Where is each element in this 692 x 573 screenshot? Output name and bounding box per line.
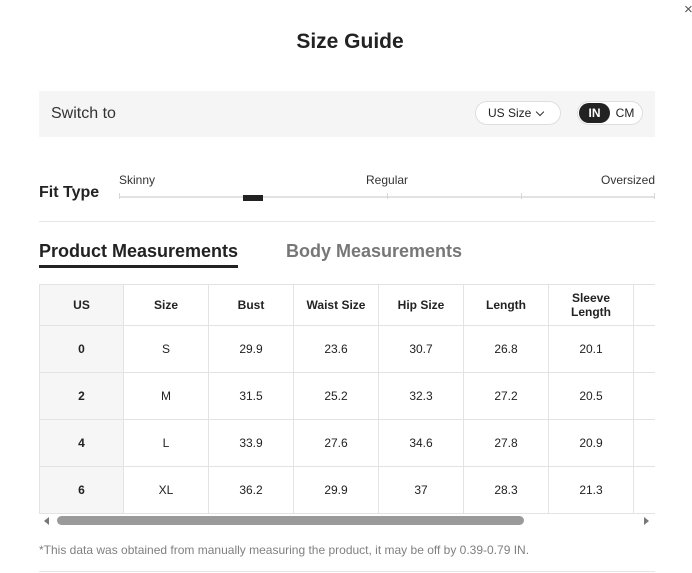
cell-bust: 36.2 — [208, 466, 294, 514]
cell-length: 28.3 — [463, 466, 549, 514]
cell-sleeve-length: 20.9 — [548, 419, 634, 467]
cell-us: 0 — [39, 325, 124, 373]
tab-product-measurements[interactable]: Product Measurements — [39, 241, 238, 262]
cell-size: M — [123, 372, 209, 420]
chevron-down-icon — [536, 107, 545, 116]
active-tab-indicator — [39, 265, 238, 268]
cell-length: 26.8 — [463, 325, 549, 373]
column-header-sleeve-length: Sleeve Length — [548, 284, 634, 326]
cell-waist: 25.2 — [293, 372, 379, 420]
tab-body-measurements[interactable]: Body Measurements — [286, 241, 462, 262]
cell-size: XL — [123, 466, 209, 514]
scroll-left-arrow-icon[interactable] — [44, 517, 49, 525]
measurements-table: US Size Bust Waist Size Hip Size Length … — [39, 284, 655, 514]
cell-hip: 34.6 — [378, 419, 464, 467]
cell-bust: 33.9 — [208, 419, 294, 467]
fit-scale-marker — [243, 195, 263, 201]
cell-hip: 32.3 — [378, 372, 464, 420]
table-row: 4 L 33.9 27.6 34.6 27.8 20.9 — [39, 419, 655, 467]
scroll-right-arrow-icon[interactable] — [644, 517, 649, 525]
cell-sleeve-length: 20.5 — [548, 372, 634, 420]
cell-hidden — [633, 325, 655, 373]
size-system-value: US Size — [488, 106, 532, 120]
cell-hidden — [633, 419, 655, 467]
cell-size: L — [123, 419, 209, 467]
cell-hidden — [633, 466, 655, 514]
fit-scale-tick — [119, 193, 120, 199]
divider — [39, 221, 655, 222]
cell-hidden — [633, 372, 655, 420]
switch-label: Switch to — [51, 105, 116, 122]
measurement-footnote: *This data was obtained from manually me… — [39, 543, 530, 557]
cell-us: 6 — [39, 466, 124, 514]
measurements-table-container[interactable]: US Size Bust Waist Size Hip Size Length … — [39, 284, 655, 514]
cell-length: 27.2 — [463, 372, 549, 420]
cell-us: 2 — [39, 372, 124, 420]
column-header-hip: Hip Size — [378, 284, 464, 326]
close-icon[interactable]: × — [684, 2, 692, 17]
table-header-row: US Size Bust Waist Size Hip Size Length … — [39, 284, 655, 326]
horizontal-scrollbar[interactable] — [39, 516, 655, 526]
size-system-dropdown[interactable]: US Size — [475, 101, 561, 125]
fit-scale-skinny: Skinny — [119, 173, 156, 187]
column-header-size: Size — [123, 284, 209, 326]
cell-sleeve-length: 21.3 — [548, 466, 634, 514]
scrollbar-thumb[interactable] — [57, 516, 524, 525]
table-row: 6 XL 36.2 29.9 37 28.3 21.3 — [39, 466, 655, 514]
column-header-waist: Waist Size — [293, 284, 379, 326]
table-row: 2 M 31.5 25.2 32.3 27.2 20.5 — [39, 372, 655, 420]
divider — [39, 571, 655, 572]
unit-toggle[interactable]: IN CM — [577, 101, 643, 125]
unit-in-option[interactable]: IN — [579, 103, 610, 123]
column-header-us: US — [39, 284, 124, 326]
cell-length: 27.8 — [463, 419, 549, 467]
column-header-bust: Bust — [208, 284, 294, 326]
cell-hip: 30.7 — [378, 325, 464, 373]
cell-us: 4 — [39, 419, 124, 467]
table-row: 0 S 29.9 23.6 30.7 26.8 20.1 — [39, 325, 655, 373]
fit-scale-oversized: Oversized — [601, 173, 656, 187]
fit-type-label: Fit Type — [39, 184, 100, 201]
column-header-hidden — [633, 284, 655, 326]
cell-waist: 23.6 — [293, 325, 379, 373]
cell-bust: 29.9 — [208, 325, 294, 373]
column-header-length: Length — [463, 284, 549, 326]
cell-waist: 27.6 — [293, 419, 379, 467]
cell-size: S — [123, 325, 209, 373]
unit-switch-bar: Switch to US Size IN CM — [39, 91, 655, 137]
page-title: Size Guide — [296, 30, 404, 53]
fit-scale-tick — [387, 193, 388, 199]
cell-hip: 37 — [378, 466, 464, 514]
unit-cm-option[interactable]: CM — [614, 103, 636, 123]
cell-waist: 29.9 — [293, 466, 379, 514]
fit-scale-regular: Regular — [366, 173, 409, 187]
fit-scale-tick — [521, 193, 522, 199]
cell-sleeve-length: 20.1 — [548, 325, 634, 373]
cell-bust: 31.5 — [208, 372, 294, 420]
fit-scale-tick — [654, 193, 655, 199]
